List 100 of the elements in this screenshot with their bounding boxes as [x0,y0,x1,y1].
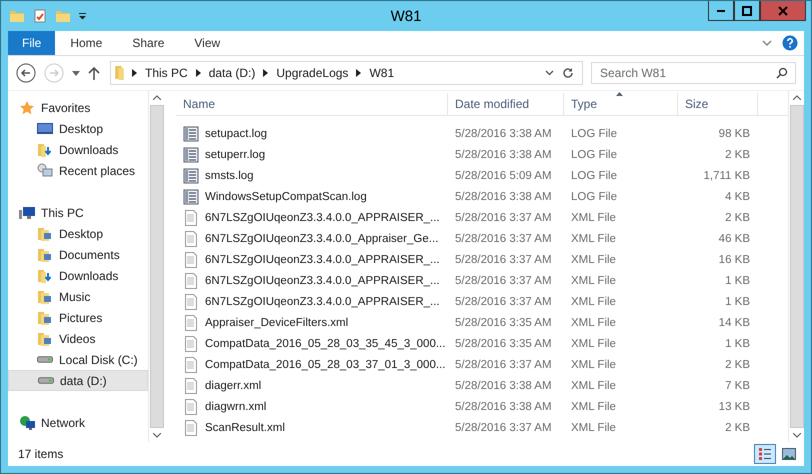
file-name[interactable]: ScanResult.xml [205,422,285,434]
dropdown-caret-icon[interactable] [545,70,554,76]
column-header[interactable]: Date modified [448,93,564,115]
file-name[interactable]: smsts.log [205,170,254,182]
drive-icon [38,377,54,384]
nav-item[interactable]: Pictures [8,307,148,328]
scroll-thumb[interactable] [150,105,164,428]
help-icon[interactable] [782,35,798,51]
scroll-thumb[interactable] [790,105,804,428]
scroll-down-icon[interactable] [792,433,800,438]
column-header[interactable]: Type [564,93,678,115]
nav-item[interactable]: Network [8,412,148,433]
nav-item[interactable]: Videos [8,328,148,349]
up-arrow-icon[interactable] [88,66,100,80]
scrollbar[interactable] [148,91,164,442]
document-icon [183,272,199,288]
scroll-up-icon[interactable] [152,95,160,100]
breadcrumb[interactable]: This PC [145,66,188,80]
back-button-icon[interactable] [16,63,36,83]
details-view-icon [758,447,772,461]
nav-item[interactable]: Recent places [8,160,148,181]
file-name[interactable]: CompatData_2016_05_28_03_35_45_3_000... [205,338,446,350]
date-modified: 5/28/2016 3:37 AM [455,274,552,286]
document-icon [183,294,199,310]
file-name[interactable]: diagerr.xml [205,380,262,392]
download-folder-icon [37,268,53,284]
nav-item[interactable]: Favorites [8,97,148,118]
nav-item[interactable]: Desktop [8,118,148,139]
file-name[interactable]: setupact.log [205,128,268,140]
file-size: 1,711 KB [704,170,750,182]
properties-icon[interactable] [32,8,48,24]
file-name[interactable]: 6N7LSZgOIUqeonZ3.3.4.0.0_APPRAISER_... [205,254,440,266]
document-icon [183,314,199,330]
nav-item[interactable]: data (D:) [8,370,148,391]
file-type: XML File [571,212,616,224]
file-name[interactable]: WindowsSetupCompatScan.log [205,190,367,202]
file-size: 2 KB [725,148,750,160]
date-modified: 5/28/2016 3:37 AM [455,254,552,266]
document-icon [183,398,199,414]
breadcrumb-arrow-icon[interactable] [263,69,268,77]
window-title: W81 [390,8,422,25]
file-size: 98 KB [718,128,750,140]
file-name[interactable]: CompatData_2016_05_28_03_37_01_3_000... [205,358,446,370]
file-name[interactable]: 6N7LSZgOIUqeonZ3.3.4.0.0_APPRAISER_... [205,274,440,286]
file-name[interactable]: 6N7LSZgOIUqeonZ3.3.4.0.0_APPRAISER_... [205,296,440,308]
minimize-icon [717,10,725,12]
folder-icon [115,66,124,80]
breadcrumb-arrow-icon[interactable] [196,69,201,77]
date-modified: 5/28/2016 3:38 AM [455,400,552,412]
file-type: XML File [571,358,616,370]
maximize-button[interactable] [734,1,760,21]
file-type: XML File [571,254,616,266]
close-button[interactable] [760,1,806,21]
breadcrumb-arrow-icon[interactable] [132,69,137,77]
log-file-icon [183,146,199,162]
refresh-icon[interactable] [562,67,574,79]
file-type: XML File [571,296,616,308]
nav-item[interactable]: Downloads [8,265,148,286]
recent-locations-caret-icon[interactable] [72,70,80,76]
ribbon-tab[interactable]: File [8,31,56,55]
column-header[interactable]: Name [176,93,448,115]
date-modified: 5/28/2016 3:38 AM [455,148,552,160]
details-view-button[interactable] [754,444,776,464]
document-icon [183,230,199,246]
column-header[interactable]: Size [678,93,758,115]
nav-item[interactable]: Downloads [8,139,148,160]
document-icon [183,378,199,394]
file-name[interactable]: Appraiser_DeviceFilters.xml [205,316,348,328]
expand-ribbon-icon[interactable] [762,40,772,46]
file-type: LOG File [571,190,618,202]
nav-item[interactable]: Local Disk (C:) [8,349,148,370]
breadcrumb[interactable]: W81 [369,66,394,80]
nav-item[interactable]: Desktop [8,223,148,244]
nav-item[interactable]: Documents [8,244,148,265]
folder-icon [37,330,53,346]
log-file-icon [183,188,199,204]
file-name[interactable]: setuperr.log [205,148,266,160]
log-file-icon [183,168,199,184]
file-size: 13 KB [718,400,750,412]
minimize-button[interactable] [708,1,734,21]
date-modified: 5/28/2016 3:38 AM [455,128,552,140]
file-size: 1 KB [725,274,750,286]
computer-icon [19,204,35,220]
nav-item[interactable]: This PC [8,202,148,223]
breadcrumb[interactable]: data (D:) [208,66,256,80]
nav-item[interactable]: Music [8,286,148,307]
document-icon [183,420,199,436]
address-bar[interactable]: This PC data (D:) UpgradeLogs W81 [110,61,583,85]
sort-arrow-icon [616,92,623,96]
breadcrumb[interactable]: UpgradeLogs [276,66,348,80]
search-icon [776,67,788,79]
file-name[interactable]: diagwrn.xml [205,400,266,412]
search-field[interactable]: Search W81 [591,62,796,84]
file-name[interactable]: 6N7LSZgOIUqeonZ3.3.4.0.0_Appraiser_Ge... [205,232,438,244]
scroll-down-icon[interactable] [152,433,160,438]
scroll-up-icon[interactable] [792,95,800,100]
customize-dropdown-icon[interactable] [78,12,87,20]
breadcrumb-arrow-icon[interactable] [356,69,362,77]
file-name[interactable]: 6N7LSZgOIUqeonZ3.3.4.0.0_APPRAISER_... [205,212,440,224]
scrollbar[interactable] [788,91,804,442]
